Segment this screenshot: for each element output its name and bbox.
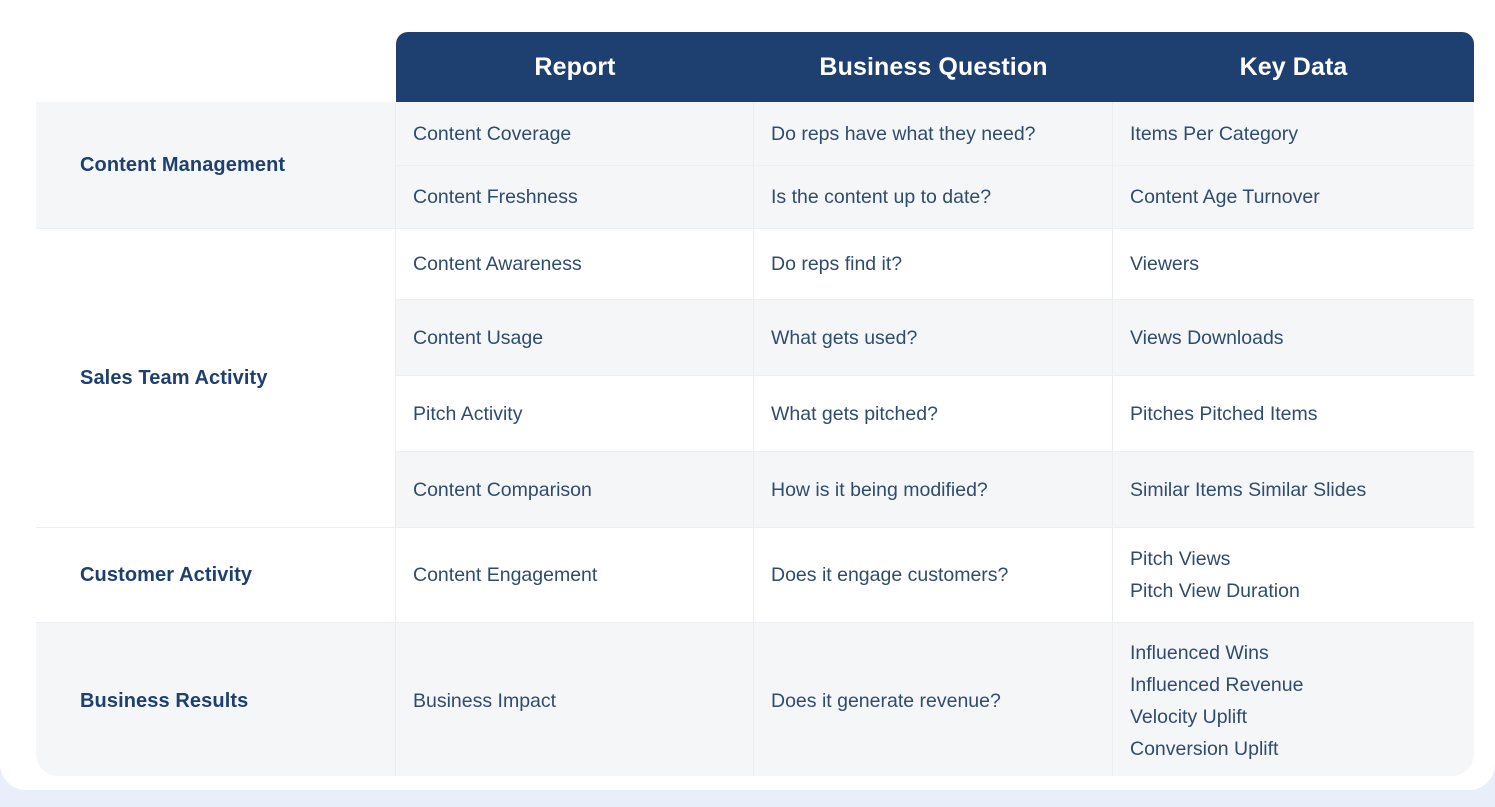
- cell-key-data: Pitches Pitched Items: [1113, 376, 1474, 451]
- cell-business-question: Do reps find it?: [754, 229, 1113, 299]
- cell-report: Business Impact: [396, 623, 754, 776]
- group-content-management: Content Management Content Coverage Do rep…: [36, 102, 1474, 228]
- group-rows: Content Coverage Do reps have what they n…: [396, 102, 1474, 228]
- group-rows: Content Engagement Does it engage custome…: [396, 528, 1474, 622]
- group-rows: Content Awareness Do reps find it? Viewers…: [396, 229, 1474, 527]
- key-data-item: Influenced Revenue: [1130, 674, 1304, 696]
- group-customer-activity: Customer Activity Content Engagement Does …: [36, 527, 1474, 622]
- cell-report: Content Usage: [396, 300, 754, 375]
- key-data-item: Pitches Pitched Items: [1130, 402, 1318, 425]
- key-data-item: Similar Items Similar Slides: [1130, 478, 1367, 501]
- group-rows: Business Impact Does it generate revenue?…: [396, 623, 1474, 776]
- cell-key-data: Influenced Wins Influenced Revenue Velocit…: [1113, 623, 1474, 776]
- cell-business-question: Do reps have what they need?: [754, 102, 1113, 165]
- key-data-item: Content Age Turnover: [1130, 186, 1320, 208]
- key-data-item: Views Downloads: [1130, 326, 1284, 349]
- table-row: Content Freshness Is the content up to da…: [396, 165, 1474, 228]
- table-row: Content Awareness Do reps find it? Viewers: [396, 229, 1474, 299]
- cell-report: Content Coverage: [396, 102, 754, 165]
- cell-key-data: Viewers: [1113, 229, 1474, 299]
- key-data-item: Viewers: [1130, 253, 1200, 275]
- page-card: Report Business Question Key Data Conten…: [0, 0, 1495, 790]
- key-data-item: Pitch Views: [1130, 548, 1231, 570]
- report-matrix-table: Report Business Question Key Data Conten…: [36, 32, 1474, 776]
- cell-business-question: Is the content up to date?: [754, 166, 1113, 228]
- cell-business-question: How is it being modified?: [754, 452, 1113, 527]
- cell-business-question: What gets pitched?: [754, 376, 1113, 451]
- cell-key-data: Pitch Views Pitch View Duration: [1113, 528, 1474, 622]
- cell-report: Content Comparison: [396, 452, 754, 527]
- cell-key-data: Views Downloads: [1113, 300, 1474, 375]
- table-row: Content Coverage Do reps have what they n…: [396, 102, 1474, 165]
- cell-key-data: Items Per Category: [1113, 102, 1474, 165]
- table-row: Pitch Activity What gets pitched? Pitches …: [396, 375, 1474, 451]
- table-row: Business Impact Does it generate revenue?…: [396, 623, 1474, 776]
- cell-key-data: Content Age Turnover: [1113, 166, 1474, 228]
- table-row: Content Comparison How is it being modifi…: [396, 451, 1474, 527]
- group-sales-team-activity: Sales Team Activity Content Awareness Do r…: [36, 228, 1474, 527]
- table-header-row: Report Business Question Key Data: [396, 32, 1474, 102]
- key-data-item: Pitch View Duration: [1130, 580, 1300, 602]
- key-data-item: Items Per Category: [1130, 122, 1298, 145]
- cell-business-question: Does it engage customers?: [754, 528, 1113, 622]
- column-header-report: Report: [534, 52, 616, 81]
- key-data-item: Velocity Uplift: [1130, 706, 1248, 728]
- table-row: Content Engagement Does it engage custome…: [396, 528, 1474, 622]
- cell-report: Content Freshness: [396, 166, 754, 228]
- group-label: Content Management: [36, 102, 396, 228]
- cell-business-question: Does it generate revenue?: [754, 623, 1113, 776]
- cell-key-data: Similar Items Similar Slides: [1113, 452, 1474, 527]
- key-data-item: Influenced Wins: [1130, 642, 1269, 664]
- column-header-key-data: Key Data: [1239, 52, 1348, 81]
- cell-report: Content Engagement: [396, 528, 754, 622]
- group-label: Sales Team Activity: [36, 229, 396, 527]
- table-row: Content Usage What gets used? Views Downlo…: [396, 299, 1474, 375]
- table-body: Content Management Content Coverage Do rep…: [36, 102, 1474, 776]
- cell-report: Pitch Activity: [396, 376, 754, 451]
- group-label: Business Results: [36, 623, 396, 776]
- column-header-business-question: Business Question: [819, 52, 1048, 81]
- key-data-item: Conversion Uplift: [1130, 738, 1279, 760]
- cell-business-question: What gets used?: [754, 300, 1113, 375]
- group-business-results: Business Results Business Impact Does it g…: [36, 622, 1474, 776]
- group-label: Customer Activity: [36, 528, 396, 622]
- cell-report: Content Awareness: [396, 229, 754, 299]
